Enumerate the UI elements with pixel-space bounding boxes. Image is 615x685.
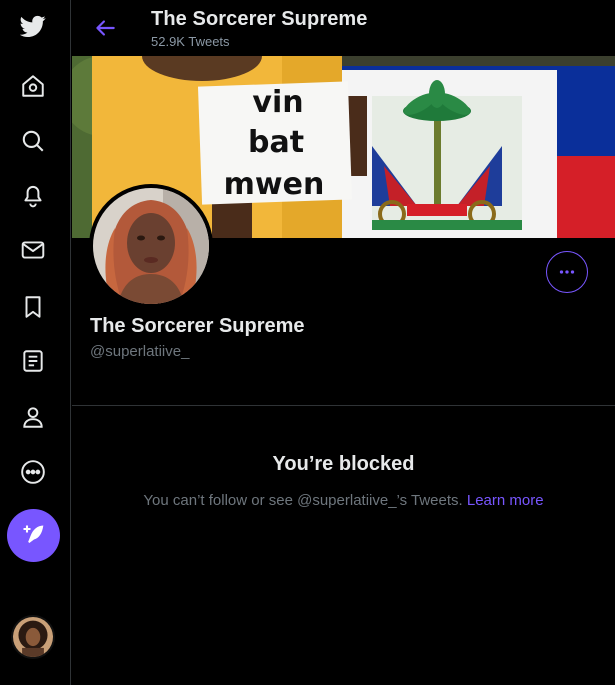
compose-tweet-icon (23, 525, 43, 543)
profile-icon[interactable] (10, 394, 56, 440)
header-title: The Sorcerer Supreme (151, 8, 368, 30)
more-dots-icon (559, 270, 575, 274)
lists-icon[interactable] (10, 338, 56, 384)
home-icon[interactable] (10, 63, 56, 109)
notifications-bell-icon[interactable] (10, 172, 56, 218)
banner-sign-line-1: vin (252, 85, 303, 120)
bookmarks-icon[interactable] (10, 284, 56, 330)
blocked-title: You’re blocked (272, 453, 415, 475)
messages-mail-icon[interactable] (10, 227, 56, 273)
section-divider (72, 405, 615, 406)
twitter-logo-icon[interactable] (10, 3, 56, 49)
main-column: The Sorcerer Supreme 52.9K Tweets vin ba… (72, 0, 615, 685)
profile-header: The Sorcerer Supreme 52.9K Tweets (72, 0, 615, 56)
banner-sign-line-2: bat (248, 125, 304, 160)
blocked-message: You can’t follow or see @superlatiive_’s… (143, 492, 463, 509)
learn-more-link[interactable]: Learn more (467, 492, 544, 509)
tweet-count: 52.9K Tweets (151, 34, 230, 49)
account-avatar[interactable] (11, 615, 55, 659)
sidebar-nav (0, 0, 71, 685)
blocked-message-line: You can’t follow or see @superlatiive_’s… (72, 492, 615, 509)
profile-display-name: The Sorcerer Supreme (90, 315, 305, 337)
more-icon[interactable] (10, 449, 56, 495)
explore-search-icon[interactable] (10, 118, 56, 164)
banner-sign-line-3: mwen (224, 167, 325, 202)
profile-handle: @superlatiive_ (90, 343, 190, 360)
profile-more-button[interactable] (546, 251, 588, 293)
back-arrow-icon[interactable] (92, 15, 118, 41)
compose-tweet-button[interactable] (7, 509, 60, 562)
profile-avatar[interactable] (89, 184, 213, 308)
